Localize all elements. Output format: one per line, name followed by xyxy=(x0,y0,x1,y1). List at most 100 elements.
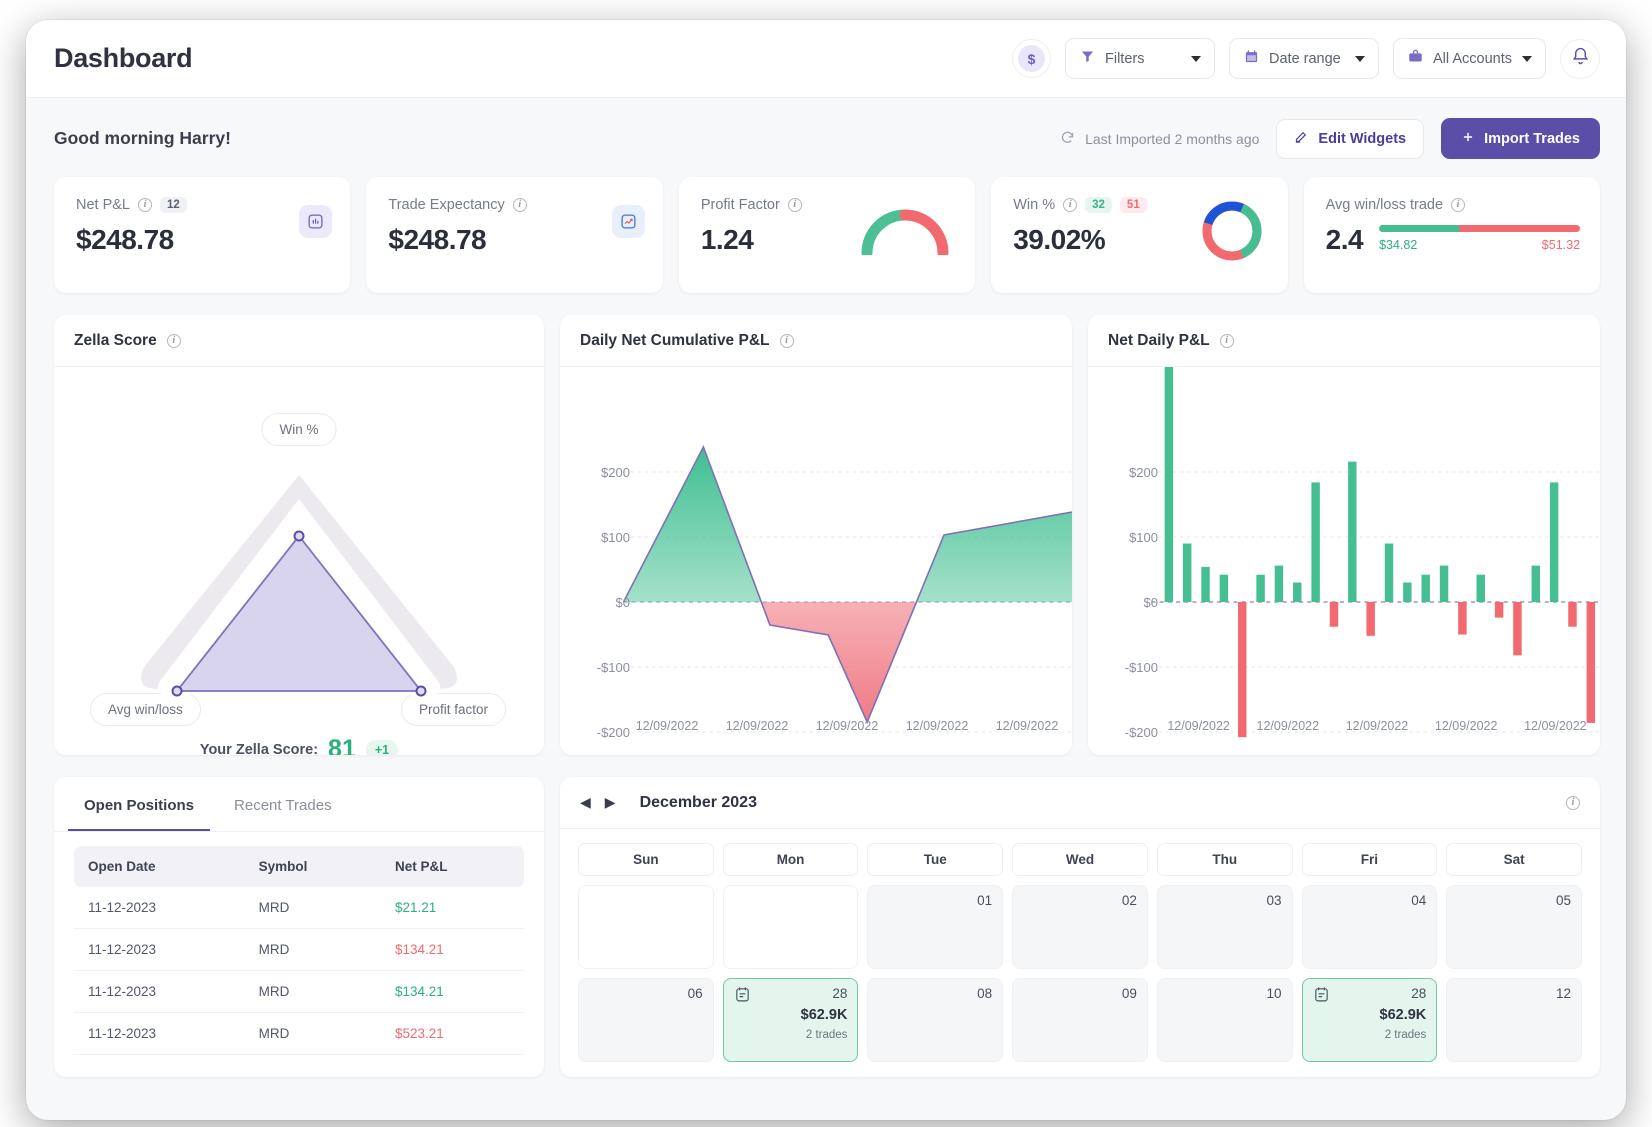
cell-open-date: 11-12-2023 xyxy=(74,1012,245,1055)
calendar-cell-day[interactable]: 06 xyxy=(578,978,714,1062)
bar xyxy=(1366,602,1375,636)
chevron-right-icon[interactable]: ▶ xyxy=(605,794,616,811)
kpi-label: Win % xyxy=(1013,197,1056,213)
info-icon[interactable]: i xyxy=(779,333,794,348)
table-row[interactable]: 11-12-2023 MRD $21.21 xyxy=(74,887,524,929)
half-gauge xyxy=(861,209,949,259)
kpi-win-percent[interactable]: Win % i 32 51 39.02% xyxy=(991,177,1288,293)
y-tick: -$200 xyxy=(1124,725,1158,740)
column-open-date: Open Date xyxy=(74,846,245,887)
card-header: Daily Net Cumulative P&L i xyxy=(560,315,1072,367)
bar xyxy=(1164,357,1174,602)
calendar-cell-day[interactable]: 02 xyxy=(1012,885,1148,969)
currency-button[interactable]: $ xyxy=(1012,39,1051,78)
kpi-badge-losses: 51 xyxy=(1119,197,1147,213)
bar xyxy=(1274,565,1284,602)
calendar-dow-fri: Fri xyxy=(1301,843,1438,876)
chevron-down-icon xyxy=(1355,55,1365,62)
calendar-cell-empty xyxy=(578,885,714,969)
kpi-value: 2.4 xyxy=(1325,224,1364,255)
date-range-label: Date range xyxy=(1269,50,1341,67)
info-icon[interactable]: i xyxy=(1219,333,1234,348)
calendar-cell-day[interactable]: 08 xyxy=(867,978,1004,1062)
calendar-dow-sun: Sun xyxy=(578,843,714,876)
card-title: Zella Score xyxy=(74,331,157,349)
calendar-cell-day[interactable]: 09 xyxy=(1012,978,1148,1062)
positions-tabs: Open Positions Recent Trades xyxy=(54,777,544,832)
edit-widgets-button[interactable]: Edit Widgets xyxy=(1276,118,1425,159)
chevron-left-icon[interactable]: ◀ xyxy=(580,794,591,811)
info-icon[interactable]: i xyxy=(1063,198,1078,212)
win-loss-bar: $34.82 $51.32 xyxy=(1379,225,1580,252)
kpi-value: $248.78 xyxy=(76,224,174,255)
calendar-cell-day[interactable]: 01 xyxy=(867,885,1004,969)
bar xyxy=(1329,602,1339,627)
area-chart: $200 $100 $0 -$100 -$200 12/09/2022 12/0… xyxy=(560,367,1072,755)
calendar-day-number: 01 xyxy=(977,893,993,908)
bar xyxy=(1293,582,1302,602)
table-row[interactable]: 11-12-2023 MRD $134.21 xyxy=(74,970,524,1013)
zella-score-card: Zella Score i Win % Avg win/loss Profit … xyxy=(54,315,544,755)
x-tick: 12/09/2022 xyxy=(1167,719,1230,733)
x-axis-labels: 12/09/2022 12/09/2022 12/09/2022 12/09/2… xyxy=(1154,719,1600,733)
calendar-cell-day[interactable]: 04 xyxy=(1301,885,1438,969)
info-icon[interactable]: i xyxy=(512,198,527,212)
kpi-value: $248.78 xyxy=(388,224,487,255)
calendar-cell-day[interactable]: 28 $62.9K 2 trades xyxy=(1301,978,1438,1062)
note-icon xyxy=(734,986,751,1008)
accounts-label: All Accounts xyxy=(1433,50,1512,67)
filters-dropdown[interactable]: Filters xyxy=(1065,38,1215,79)
filters-label: Filters xyxy=(1105,50,1145,67)
cell-open-date: 11-12-2023 xyxy=(74,928,245,971)
kpi-art xyxy=(611,205,645,238)
positions-table: Open Date Symbol Net P&L 11-12-2023 MRD $2… xyxy=(74,846,524,1055)
kpi-art xyxy=(299,205,333,238)
info-icon[interactable]: i xyxy=(166,333,181,348)
y-tick: $200 xyxy=(1129,465,1158,480)
calendar-cell-day[interactable]: 10 xyxy=(1156,978,1293,1062)
calendar-day-number: 10 xyxy=(1266,986,1282,1001)
calendar-day-number: 03 xyxy=(1266,893,1282,908)
greeting-actions: Last Imported 2 months ago Edit Widgets … xyxy=(1060,118,1600,159)
y-tick: $200 xyxy=(601,465,630,480)
info-icon[interactable]: i xyxy=(138,198,152,212)
table-header-row: Open Date Symbol Net P&L xyxy=(74,846,524,887)
table-row[interactable]: 11-12-2023 MRD $134.21 xyxy=(74,928,524,971)
avg-win-amount: $34.82 xyxy=(1379,238,1418,252)
calendar-cell-day[interactable]: 03 xyxy=(1156,885,1293,969)
calendar-cell-day[interactable]: 12 xyxy=(1446,978,1582,1062)
filter-icon xyxy=(1080,49,1095,69)
info-icon[interactable]: i xyxy=(1451,198,1466,212)
table-row[interactable]: 11-12-2023 MRD $523.21 xyxy=(74,1012,524,1055)
chevron-down-icon xyxy=(1522,55,1532,62)
calendar-cell-day[interactable]: 05 xyxy=(1446,885,1582,969)
bell-icon xyxy=(1571,47,1590,71)
info-icon[interactable]: i xyxy=(1566,795,1580,810)
notifications-button[interactable] xyxy=(1560,38,1600,79)
calendar-cell-day[interactable]: 28 $62.9K 2 trades xyxy=(722,978,859,1062)
calendar-day-number: 12 xyxy=(1555,986,1571,1001)
kpi-profit-factor[interactable]: Profit Factor i 1.24 xyxy=(678,177,976,293)
calendar-day-number: 06 xyxy=(687,986,703,1001)
import-trades-button[interactable]: Import Trades xyxy=(1441,118,1600,159)
kpi-row: Net P&L i 12 $248.78 Trade Expectancy i … xyxy=(26,159,1626,293)
net-daily-pnl-card: Net Daily P&L i $200 $100 $0 -$100 -$200… xyxy=(1088,315,1600,755)
calendar-cell-empty xyxy=(722,885,859,969)
column-symbol: Symbol xyxy=(244,846,381,887)
info-icon[interactable]: i xyxy=(787,198,802,212)
kpi-net-pnl[interactable]: Net P&L i 12 $248.78 xyxy=(54,177,351,293)
calendar-day-number: 08 xyxy=(977,986,993,1001)
accounts-dropdown[interactable]: All Accounts xyxy=(1393,38,1546,79)
date-range-dropdown[interactable]: Date range xyxy=(1229,38,1379,79)
kpi-avg-win-loss[interactable]: Avg win/loss trade i 2.4 $34.82 $51.32 xyxy=(1303,177,1601,293)
x-tick: 12/09/2022 xyxy=(815,719,879,733)
kpi-trade-expectancy[interactable]: Trade Expectancy i $248.78 xyxy=(366,177,663,293)
dollar-icon: $ xyxy=(1018,45,1045,72)
donut xyxy=(1202,201,1262,261)
refresh-icon xyxy=(1060,130,1075,148)
tab-recent-trades[interactable]: Recent Trades xyxy=(218,777,348,831)
bars xyxy=(1164,357,1596,738)
edit-icon xyxy=(1294,129,1309,148)
bar xyxy=(1311,482,1320,602)
tab-open-positions[interactable]: Open Positions xyxy=(68,777,211,831)
